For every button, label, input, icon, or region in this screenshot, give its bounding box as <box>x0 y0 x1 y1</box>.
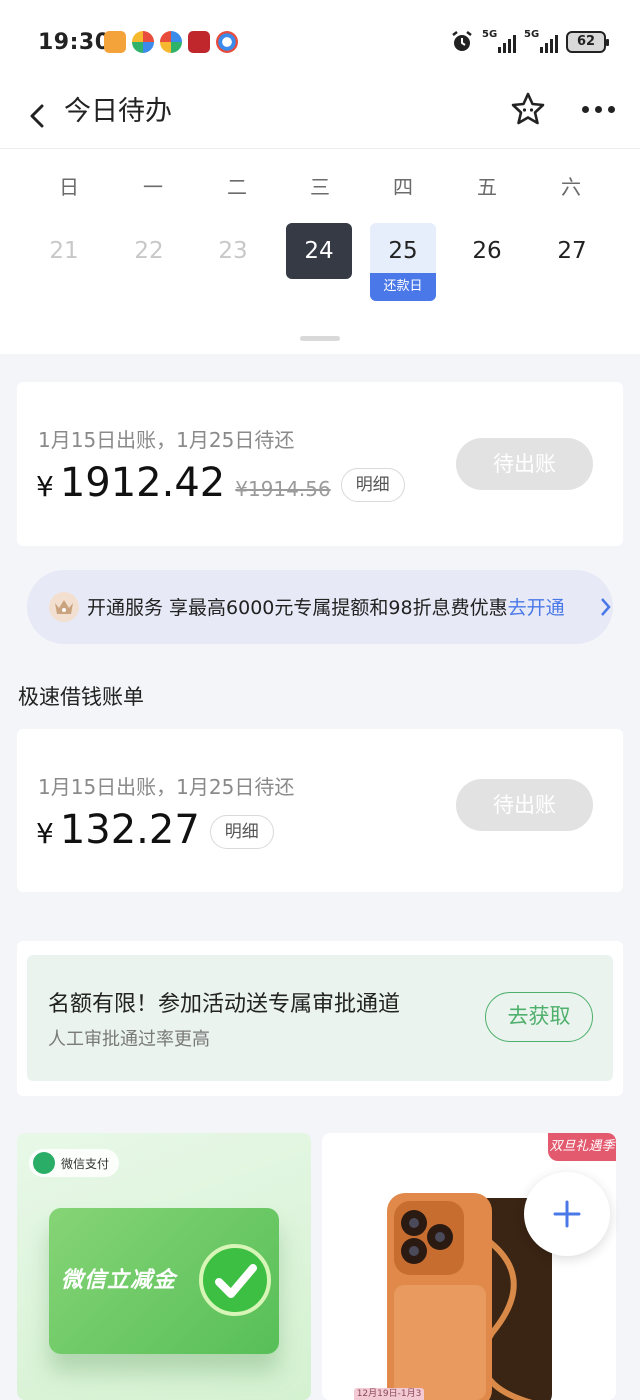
signal-2-icon: 5G <box>524 29 558 53</box>
calendar-day[interactable]: 27 <box>539 223 605 279</box>
browser-icon <box>216 31 238 53</box>
currency-symbol: ¥ <box>36 817 54 850</box>
wechat-pay-label: 微信支付 <box>61 1156 110 1171</box>
nav-bar: 今日待办 <box>0 86 640 148</box>
signal-1-icon: 5G <box>482 29 516 53</box>
drag-handle[interactable] <box>300 336 340 341</box>
detail-button[interactable]: 明细 <box>340 468 405 502</box>
pending-bill-button[interactable]: 待出账 <box>456 779 593 831</box>
star-favorite-icon[interactable] <box>508 90 548 130</box>
activity-title: 名额有限！参加活动送专属审批通道 <box>48 992 401 1017</box>
promo-banner[interactable]: 开通服务 享最高6000元专属提额和98折息费优惠去开通 <box>27 570 613 644</box>
get-offer-button[interactable]: 去获取 <box>485 992 593 1042</box>
bill-amount: 1912.42 <box>59 460 226 506</box>
calendar-day[interactable]: 26 <box>454 223 520 279</box>
detail-button[interactable]: 明细 <box>209 815 274 849</box>
status-bar: 19:30 5G 5G 62 <box>0 0 640 86</box>
app-orange-icon <box>104 31 126 53</box>
plus-icon <box>553 1200 581 1228</box>
weekday-tue: 二 <box>227 175 247 199</box>
bill-card-fast-loan[interactable]: 1月15日出账，1月25日待还 ¥ 132.27 明细 待出账 <box>17 729 623 892</box>
activity-banner[interactable]: 名额有限！参加活动送专属审批通道 人工审批通过率更高 去获取 <box>27 955 613 1081</box>
more-menu-button[interactable] <box>578 96 618 122</box>
currency-symbol: ¥ <box>36 470 54 503</box>
bill-date-line: 1月15日出账，1月25日待还 <box>38 428 295 452</box>
promo-message: 开通服务 享最高6000元专属提额和98折息费优惠 <box>87 597 508 619</box>
weekday-sat: 六 <box>561 175 581 199</box>
promo-open-link[interactable]: 去开通 <box>508 597 565 619</box>
wechat-promo-tile[interactable]: 微信支付 微信立减金 <box>17 1133 311 1400</box>
back-arrow-icon[interactable] <box>24 96 56 136</box>
chevron-right-icon <box>601 598 611 616</box>
add-button[interactable] <box>524 1172 610 1256</box>
more-dot-icon <box>581 105 589 113</box>
bill-amount-row: ¥ 1912.42 ¥1914.56 明细 <box>36 460 405 508</box>
wechat-pay-chip: 微信支付 <box>29 1149 120 1177</box>
weekday-thu: 四 <box>393 175 413 199</box>
week-calendar: 日 一 二 三 四 五 六 21 22 23 24 25 还款日 26 27 <box>0 148 640 354</box>
due-day-number: 25 <box>388 238 418 264</box>
bill-amount: 132.27 <box>59 807 200 853</box>
calendar-day[interactable]: 21 <box>31 223 97 279</box>
notification-app-icons <box>104 31 238 53</box>
season-tag: 双旦礼遇季 <box>548 1133 616 1161</box>
weekday-fri: 五 <box>477 175 497 199</box>
status-indicators: 5G 5G 62 <box>450 29 609 54</box>
bill-original-amount: ¥1914.56 <box>235 477 331 501</box>
wechat-voucher-text: 微信立减金 <box>61 1268 177 1293</box>
bill-date-line: 1月15日出账，1月25日待还 <box>38 775 295 799</box>
wechat-voucher-card: 微信立减金 <box>49 1208 279 1354</box>
weekday-mon: 一 <box>143 175 163 199</box>
calendar-day-today[interactable]: 24 <box>286 223 352 279</box>
activity-card: 名额有限！参加活动送专属审批通道 人工审批通过率更高 去获取 <box>17 941 623 1096</box>
app-multicolor-icon <box>132 31 154 53</box>
bank-app-icon <box>188 31 210 53</box>
app-multicolor-icon <box>160 31 182 53</box>
wechat-pay-icon <box>33 1152 55 1174</box>
bill-amount-row: ¥ 132.27 明细 <box>36 807 274 855</box>
battery-indicator: 62 <box>566 31 609 53</box>
more-dot-icon <box>607 105 615 113</box>
due-day-badge: 还款日 <box>370 273 436 301</box>
check-bubble-icon <box>199 1244 271 1316</box>
calendar-day-due[interactable]: 25 还款日 <box>370 223 436 301</box>
calendar-day[interactable]: 22 <box>116 223 182 279</box>
status-time: 19:30 <box>38 30 111 55</box>
weekday-sun: 日 <box>59 175 79 199</box>
section-title: 极速借钱账单 <box>18 685 144 709</box>
page-title: 今日待办 <box>64 96 172 127</box>
bill-card-main[interactable]: 1月15日出账，1月25日待还 ¥ 1912.42 ¥1914.56 明细 待出… <box>17 382 623 546</box>
weekday-wed: 三 <box>310 175 330 199</box>
more-dot-icon <box>594 105 602 113</box>
promo-date-range: 12月19日-1月3日 <box>354 1388 424 1400</box>
calendar-day[interactable]: 23 <box>200 223 266 279</box>
activity-subtitle: 人工审批通过率更高 <box>48 1029 210 1050</box>
promo-text: 开通服务 享最高6000元专属提额和98折息费优惠去开通 <box>87 593 565 620</box>
alarm-icon <box>452 31 472 51</box>
pending-bill-button[interactable]: 待出账 <box>456 438 593 490</box>
crown-badge-icon <box>49 592 79 622</box>
